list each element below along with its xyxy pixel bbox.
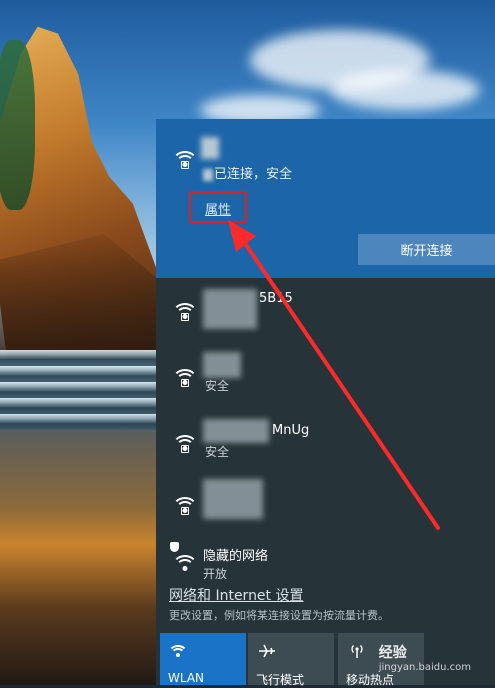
properties-link[interactable]: 属性	[205, 199, 231, 218]
airplane-icon	[259, 644, 275, 658]
watermark-brand: 经验	[378, 645, 407, 661]
redacted-network-name	[201, 137, 219, 159]
network-item[interactable]: 安全	[156, 347, 495, 411]
wifi-open-icon	[172, 553, 198, 571]
redacted-network-name	[203, 479, 263, 519]
wifi-secured-icon	[172, 367, 198, 387]
network-item[interactable]: 5B15	[156, 281, 495, 345]
watermark-url: jingyan.baidu.com	[378, 662, 471, 673]
wlan-tile[interactable]: WLAN	[160, 633, 246, 685]
redacted-network-name	[203, 419, 269, 443]
wifi-icon	[168, 643, 188, 657]
network-name: 5B15	[259, 291, 293, 306]
network-settings-description: 更改设置，例如将某连接设置为按流量计费。	[169, 609, 389, 622]
shield-icon	[170, 542, 179, 552]
network-security: 安全	[205, 379, 230, 393]
redacted-network-name	[203, 289, 257, 329]
wifi-secured-icon	[172, 301, 198, 321]
hotspot-icon	[351, 645, 363, 658]
network-security: 安全	[205, 445, 230, 459]
network-flyout: 已连接，安全 属性 断开连接 5B15 安全 MnUg 安全 隐藏的网络 开放 …	[156, 119, 495, 687]
airplane-mode-tile[interactable]: 飞行模式	[248, 633, 334, 687]
network-item[interactable]: MnUg 安全	[156, 413, 495, 477]
hidden-network-item[interactable]: 隐藏的网络 开放	[156, 539, 495, 581]
watermark: 经验 jingyan.baidu.com	[379, 642, 471, 673]
wifi-secured-icon	[172, 149, 198, 169]
hidden-network-status: 开放	[203, 567, 228, 581]
wifi-secured-icon	[172, 495, 198, 515]
mobile-hotspot-tile-label: 移动热点	[346, 673, 395, 687]
connected-network-item[interactable]: 已连接，安全 属性 断开连接	[156, 119, 495, 278]
wifi-secured-icon	[172, 433, 198, 453]
redacted-network-name	[203, 352, 241, 378]
disconnect-button[interactable]: 断开连接	[358, 234, 495, 265]
connection-status: 已连接，安全	[203, 163, 292, 182]
network-settings-link[interactable]: 网络和 Internet 设置	[169, 585, 304, 605]
network-name: MnUg	[272, 423, 310, 438]
hidden-network-name: 隐藏的网络	[203, 549, 269, 564]
airplane-mode-tile-label: 飞行模式	[256, 673, 305, 687]
network-item[interactable]	[156, 475, 495, 539]
wlan-tile-label: WLAN	[168, 671, 205, 685]
